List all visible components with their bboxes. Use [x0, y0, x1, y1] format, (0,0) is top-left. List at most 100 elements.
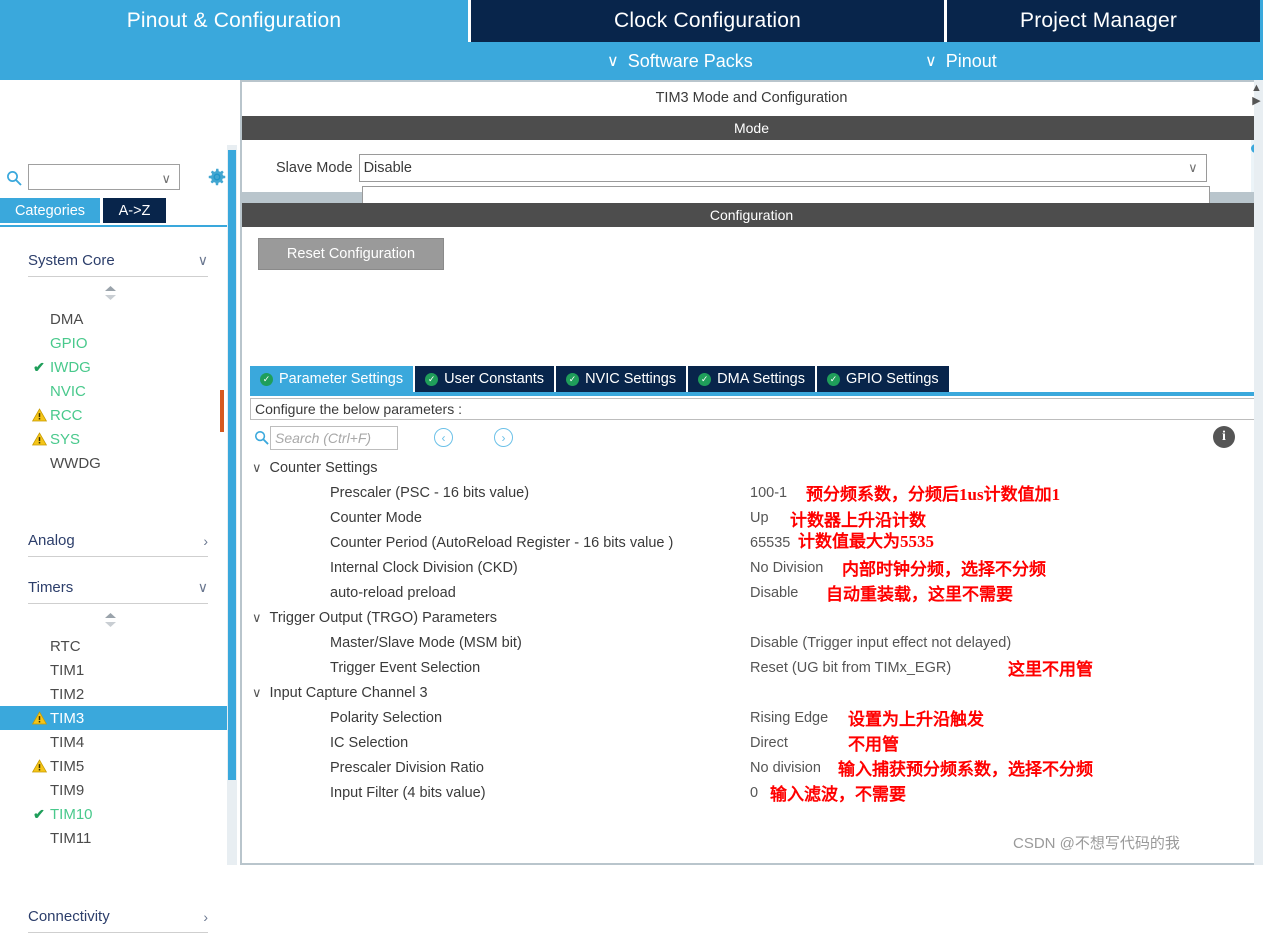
tab-user-constants[interactable]: ✓ User Constants	[415, 366, 555, 392]
annotation-counter-period: 计数值最大为5535	[798, 532, 934, 551]
param-auto-reload-preload-value[interactable]: Disable	[750, 585, 798, 601]
top-tab-bar: Pinout & Configuration Clock Configurati…	[0, 0, 1263, 42]
tab-project-manager[interactable]: Project Manager	[944, 0, 1260, 42]
table-row[interactable]: Internal Clock Division (CKD) No Divisio…	[250, 555, 1257, 580]
param-input-filter-value[interactable]: 0	[750, 785, 758, 801]
tab-project-manager-label: Project Manager	[1020, 9, 1178, 32]
parameter-search-input[interactable]: Search (Ctrl+F)	[270, 426, 398, 450]
table-row[interactable]: Counter Mode Up 计数器上升沿计数	[250, 505, 1257, 531]
search-prev-icon: ‹	[441, 430, 446, 445]
table-row[interactable]: Counter Period (AutoReload Register - 16…	[250, 530, 1257, 555]
info-icon[interactable]: i	[1213, 426, 1235, 448]
sidebar-group-connectivity[interactable]: Connectivity ›	[28, 901, 208, 933]
scroll-spinner-icon[interactable]	[104, 285, 117, 301]
tab-gpio-settings[interactable]: ✓ GPIO Settings	[816, 366, 949, 392]
gear-icon[interactable]	[206, 166, 228, 188]
sidebar-item-tim3[interactable]: TIM3	[0, 706, 227, 730]
param-polarity-selection-value[interactable]: Rising Edge	[750, 710, 828, 726]
table-row[interactable]: auto-reload preload Disable 自动重装载，这里不需要	[250, 580, 1257, 605]
chevron-down-icon: ∨	[197, 579, 208, 595]
menu-pinout[interactable]: ∨ Pinout	[925, 42, 997, 80]
sidebar-group-timers[interactable]: Timers ∨	[28, 572, 208, 604]
configuration-tab-strip: ✓ Parameter Settings ✓ User Constants ✓ …	[250, 366, 951, 392]
tab-dma-settings[interactable]: ✓ DMA Settings	[688, 366, 815, 392]
sidebar-item-iwdg[interactable]: ✔ IWDG	[0, 355, 227, 379]
panel-resize-arrows[interactable]: ▲ ▶	[1250, 82, 1263, 112]
sidebar-item-tim10[interactable]: ✔ TIM10	[0, 802, 227, 826]
reset-configuration-button[interactable]: Reset Configuration	[258, 238, 444, 270]
sidebar-item-tim11[interactable]: TIM11	[0, 826, 227, 850]
tree-group-input-capture[interactable]: ∨ Input Capture Channel 3	[250, 680, 1257, 705]
chevron-down-icon: ∨	[607, 53, 619, 70]
scroll-spinner-icon[interactable]	[104, 612, 117, 628]
search-prev-button[interactable]: ‹	[434, 428, 453, 447]
sidebar-item-tim9[interactable]: TIM9	[0, 778, 227, 802]
sidebar-tab-strip: Categories A->Z	[0, 198, 237, 223]
slave-mode-select[interactable]: Disable ∨	[358, 154, 1207, 182]
search-next-button[interactable]: ›	[494, 428, 513, 447]
table-row[interactable]: Input Filter (4 bits value) 0 输入滤波，不需要	[250, 780, 1257, 805]
table-row[interactable]: Prescaler Division Ratio No division 输入捕…	[250, 755, 1257, 780]
sidebar-group-system-core[interactable]: System Core ∨	[28, 245, 208, 277]
table-row[interactable]: Polarity Selection Rising Edge 设置为上升沿触发	[250, 705, 1257, 730]
sidebar-item-gpio[interactable]: GPIO	[0, 331, 227, 355]
sidebar-item-tim2[interactable]: TIM2	[0, 682, 227, 706]
tab-user-constants-label: User Constants	[444, 371, 545, 387]
sidebar-item-rtc[interactable]: RTC	[0, 634, 227, 658]
tab-parameter-settings[interactable]: ✓ Parameter Settings	[250, 366, 414, 392]
left-sidebar: ∨ Categories A->Z System Core ∨ DMA GPIO	[0, 80, 237, 947]
param-counter-period-value[interactable]: 65535	[750, 535, 790, 551]
param-ic-selection-value[interactable]: Direct	[750, 735, 788, 751]
parameter-search-row: Search (Ctrl+F) ‹ › i	[250, 422, 1257, 454]
sidebar-item-dma[interactable]: DMA	[0, 307, 227, 331]
tree-group-trigger-output[interactable]: ∨ Trigger Output (TRGO) Parameters	[250, 605, 1257, 630]
sidebar-group-timers-label: Timers	[28, 579, 74, 596]
param-master-slave-mode-value[interactable]: Disable (Trigger input effect not delaye…	[750, 635, 1011, 651]
sidebar-item-tim1[interactable]: TIM1	[0, 658, 227, 682]
table-row[interactable]: Master/Slave Mode (MSM bit) Disable (Tri…	[250, 630, 1257, 655]
param-prescaler-ratio-value[interactable]: No division	[750, 760, 821, 776]
secondary-select[interactable]	[362, 186, 1210, 204]
sidebar-group-analog[interactable]: Analog ›	[28, 525, 208, 557]
sidebar-item-sys[interactable]: SYS	[0, 427, 227, 451]
param-prescaler-ratio-label: Prescaler Division Ratio	[330, 759, 484, 776]
param-counter-mode-value[interactable]: Up	[750, 510, 769, 526]
sidebar-search-row	[0, 80, 237, 118]
param-trigger-event-value[interactable]: Reset (UG bit from TIMx_EGR)	[750, 660, 951, 676]
tree-group-input-capture-label: Input Capture Channel 3	[269, 684, 428, 701]
sidebar-scrollbar-thumb[interactable]	[228, 150, 236, 780]
parameter-search-placeholder: Search (Ctrl+F)	[275, 430, 372, 446]
tab-nvic-settings-label: NVIC Settings	[585, 371, 677, 387]
sidebar-tab-a-to-z[interactable]: A->Z	[103, 198, 166, 223]
table-row[interactable]: Prescaler (PSC - 16 bits value) 100-1 预分…	[250, 480, 1257, 505]
main-scrollbar-track[interactable]	[1254, 80, 1263, 865]
sidebar-item-tim4[interactable]: TIM4	[0, 730, 227, 754]
tab-nvic-settings[interactable]: ✓ NVIC Settings	[556, 366, 687, 392]
tab-pinout-configuration[interactable]: Pinout & Configuration	[0, 0, 468, 42]
annotation-ic-selection: 不用管	[848, 735, 899, 754]
sidebar-category-list: System Core ∨ DMA GPIO ✔ IWDG NVIC RCC S…	[0, 225, 227, 947]
menu-software-packs-label: Software Packs	[627, 50, 753, 71]
mode-section-header-label: Mode	[733, 120, 770, 136]
sidebar-item-rcc[interactable]: RCC	[0, 403, 227, 427]
tab-clock-configuration[interactable]: Clock Configuration	[468, 0, 944, 42]
sidebar-search-input[interactable]: ∨	[28, 164, 180, 190]
slave-mode-value: Disable	[363, 160, 412, 176]
sidebar-item-nvic[interactable]: NVIC	[0, 379, 227, 403]
search-next-icon: ›	[501, 430, 506, 445]
table-row[interactable]: Trigger Event Selection Reset (UG bit fr…	[250, 655, 1257, 680]
table-row[interactable]: IC Selection Direct 不用管	[250, 730, 1257, 755]
sidebar-item-tim4-label: TIM4	[50, 733, 85, 751]
tree-group-counter-settings[interactable]: ∨ Counter Settings	[250, 455, 1257, 480]
sub-menu-bar: ∨ Software Packs ∨ Pinout	[0, 42, 1263, 80]
param-clock-division-value[interactable]: No Division	[750, 560, 823, 576]
sidebar-item-wwdg[interactable]: WWDG	[0, 451, 227, 475]
sidebar-item-tim5[interactable]: TIM5	[0, 754, 227, 778]
sidebar-tab-categories[interactable]: Categories	[0, 198, 100, 223]
param-prescaler-value[interactable]: 100-1	[750, 485, 787, 501]
chevron-down-icon: ∨	[197, 252, 208, 268]
tree-group-counter-settings-label: Counter Settings	[269, 459, 378, 476]
sidebar-tab-categories-label: Categories	[14, 202, 86, 219]
menu-software-packs[interactable]: ∨ Software Packs	[607, 42, 753, 80]
sidebar-item-gpio-label: GPIO	[50, 334, 88, 352]
